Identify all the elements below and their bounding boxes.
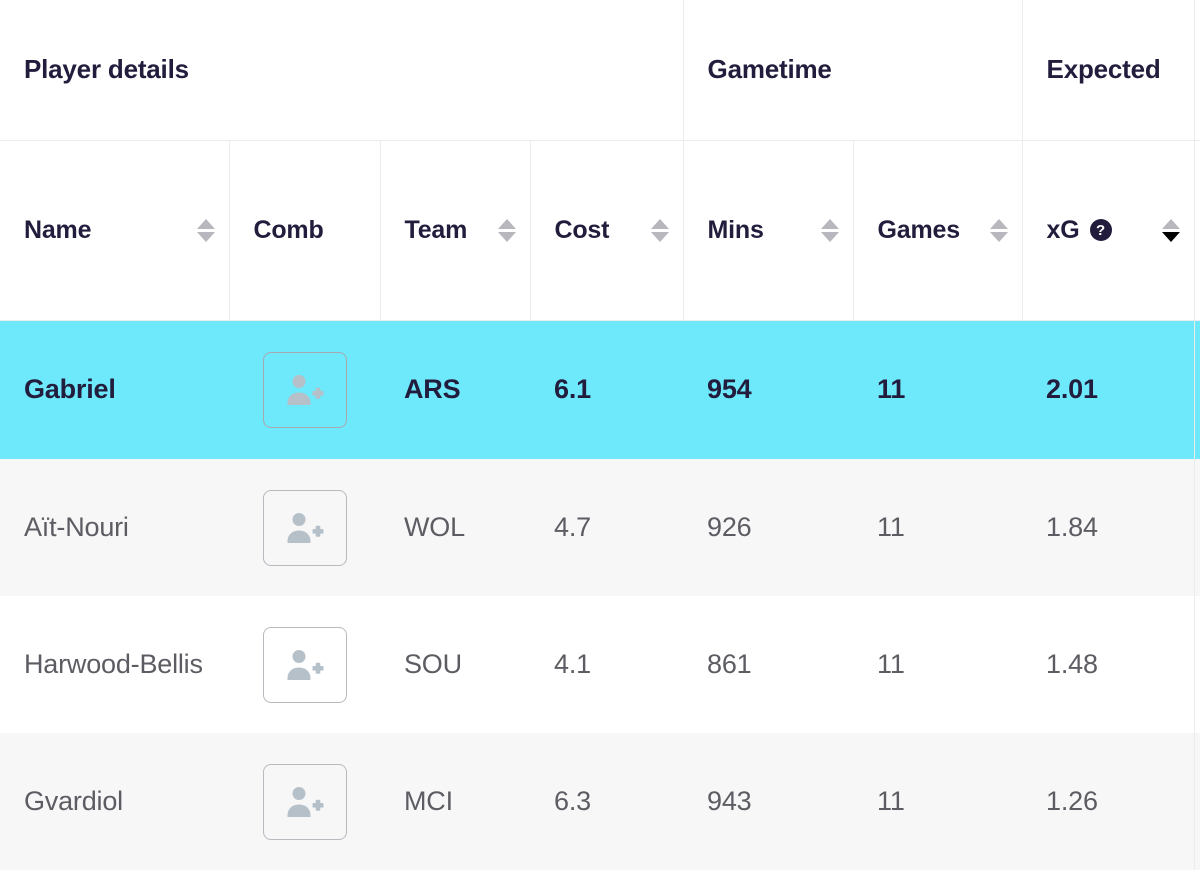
add-player-button[interactable] <box>262 626 347 703</box>
cell-name: Gabriel <box>0 320 229 459</box>
column-header-xg[interactable]: xG ? <box>1022 140 1195 321</box>
cell-games: 11 <box>853 596 1023 733</box>
cell-mins: 954 <box>683 320 854 459</box>
add-player-button[interactable] <box>262 763 347 840</box>
group-header-player-details-label: Player details <box>24 54 189 85</box>
cell-name: Aït-Nouri <box>0 459 229 596</box>
add-player-button[interactable] <box>262 351 347 428</box>
cell-name: Gvardiol <box>0 733 229 870</box>
sort-descending-triangle <box>820 231 839 242</box>
cell-xg: 1.26 <box>1022 733 1195 870</box>
column-header-cost-label: Cost <box>554 215 610 244</box>
group-header-expected: Expected <box>1022 0 1195 141</box>
cell-xg: 1.84 <box>1022 459 1195 596</box>
player-stats-table-viewport: Player details Gametime Expected Name Co… <box>0 0 1200 881</box>
help-circle-icon[interactable]: ? <box>1089 219 1112 241</box>
cell-overflow-spacer <box>1193 733 1200 870</box>
sort-ascending-triangle <box>820 218 839 229</box>
cell-mins: 861 <box>683 596 854 733</box>
sort-descending-triangle <box>989 231 1008 242</box>
column-header-mins[interactable]: Mins <box>683 140 854 321</box>
cell-team: ARS <box>380 320 530 459</box>
column-header-comb-label: Comb <box>253 215 324 244</box>
sort-ascending-triangle <box>650 218 669 229</box>
sort-arrows-icon-team[interactable] <box>497 218 516 242</box>
sort-arrows-icon-cost[interactable] <box>650 218 669 242</box>
sort-descending-triangle <box>650 231 669 242</box>
cell-cost: 4.7 <box>530 459 684 596</box>
column-header-comb[interactable]: Comb <box>229 140 381 321</box>
sort-arrows-icon-name[interactable] <box>196 218 215 242</box>
cell-team: MCI <box>380 733 530 870</box>
sort-descending-triangle <box>1161 231 1180 242</box>
cell-cost: 4.1 <box>530 596 684 733</box>
column-header-games[interactable]: Games <box>853 140 1023 321</box>
add-person-icon <box>286 648 324 682</box>
cell-games: 11 <box>853 459 1023 596</box>
cell-team: WOL <box>380 459 530 596</box>
column-header-name-label: Name <box>24 215 92 244</box>
sort-arrows-icon-xg[interactable] <box>1161 218 1180 242</box>
sort-ascending-triangle <box>196 218 215 229</box>
cell-comb <box>229 733 380 870</box>
cell-cost: 6.1 <box>530 320 684 459</box>
cell-team: SOU <box>380 596 530 733</box>
group-header-gametime: Gametime <box>683 0 1023 141</box>
add-person-icon <box>286 373 324 407</box>
sort-arrows-icon-mins[interactable] <box>820 218 839 242</box>
group-header-player-details: Player details <box>0 0 684 141</box>
add-player-button[interactable] <box>262 489 347 566</box>
group-header-overflow-spacer <box>1194 0 1200 141</box>
table-row[interactable]: Gvardiol MCI 6.3 943 11 1.26 <box>0 733 1200 870</box>
cell-comb <box>229 320 380 459</box>
column-header-team-label: Team <box>404 215 468 244</box>
add-person-icon <box>286 785 324 819</box>
cell-mins: 926 <box>683 459 854 596</box>
cell-comb <box>229 596 380 733</box>
column-header-games-label: Games <box>877 215 961 244</box>
column-header-overflow-spacer <box>1194 140 1200 321</box>
sort-ascending-triangle <box>497 218 516 229</box>
column-header-cost[interactable]: Cost <box>530 140 684 321</box>
sort-ascending-triangle <box>1161 218 1180 229</box>
table-body: Gabriel ARS 6.1 954 11 2.01 Aït-Nouri WO… <box>0 320 1200 870</box>
column-header-mins-label: Mins <box>707 215 764 244</box>
add-person-icon <box>286 511 324 545</box>
cell-comb <box>229 459 380 596</box>
column-header-row: Name Comb Team Cost Mins Games xG ? <box>0 140 1200 321</box>
group-header-gametime-label: Gametime <box>707 54 832 85</box>
table-row[interactable]: Harwood-Bellis SOU 4.1 861 11 1.48 <box>0 596 1200 733</box>
column-header-name[interactable]: Name <box>0 140 230 321</box>
column-header-xg-label: xG <box>1046 215 1080 244</box>
table-row[interactable]: Aït-Nouri WOL 4.7 926 11 1.84 <box>0 459 1200 596</box>
column-header-team[interactable]: Team <box>380 140 531 321</box>
cell-games: 11 <box>853 320 1023 459</box>
cell-mins: 943 <box>683 733 854 870</box>
cell-xg: 1.48 <box>1022 596 1195 733</box>
cell-cost: 6.3 <box>530 733 684 870</box>
player-stats-table: Player details Gametime Expected Name Co… <box>0 0 1200 870</box>
sort-ascending-triangle <box>989 218 1008 229</box>
sort-descending-triangle <box>196 231 215 242</box>
group-header-expected-label: Expected <box>1046 54 1161 85</box>
cell-overflow-spacer <box>1193 459 1200 596</box>
table-head: Player details Gametime Expected Name Co… <box>0 0 1200 321</box>
group-header-row: Player details Gametime Expected <box>0 0 1200 141</box>
sort-arrows-icon-games[interactable] <box>989 218 1008 242</box>
cell-name: Harwood-Bellis <box>0 596 229 733</box>
cell-xg: 2.01 <box>1022 320 1195 459</box>
cell-games: 11 <box>853 733 1023 870</box>
table-row[interactable]: Gabriel ARS 6.1 954 11 2.01 <box>0 320 1200 459</box>
cell-overflow-spacer <box>1193 320 1200 459</box>
cell-overflow-spacer <box>1193 596 1200 733</box>
sort-descending-triangle <box>497 231 516 242</box>
